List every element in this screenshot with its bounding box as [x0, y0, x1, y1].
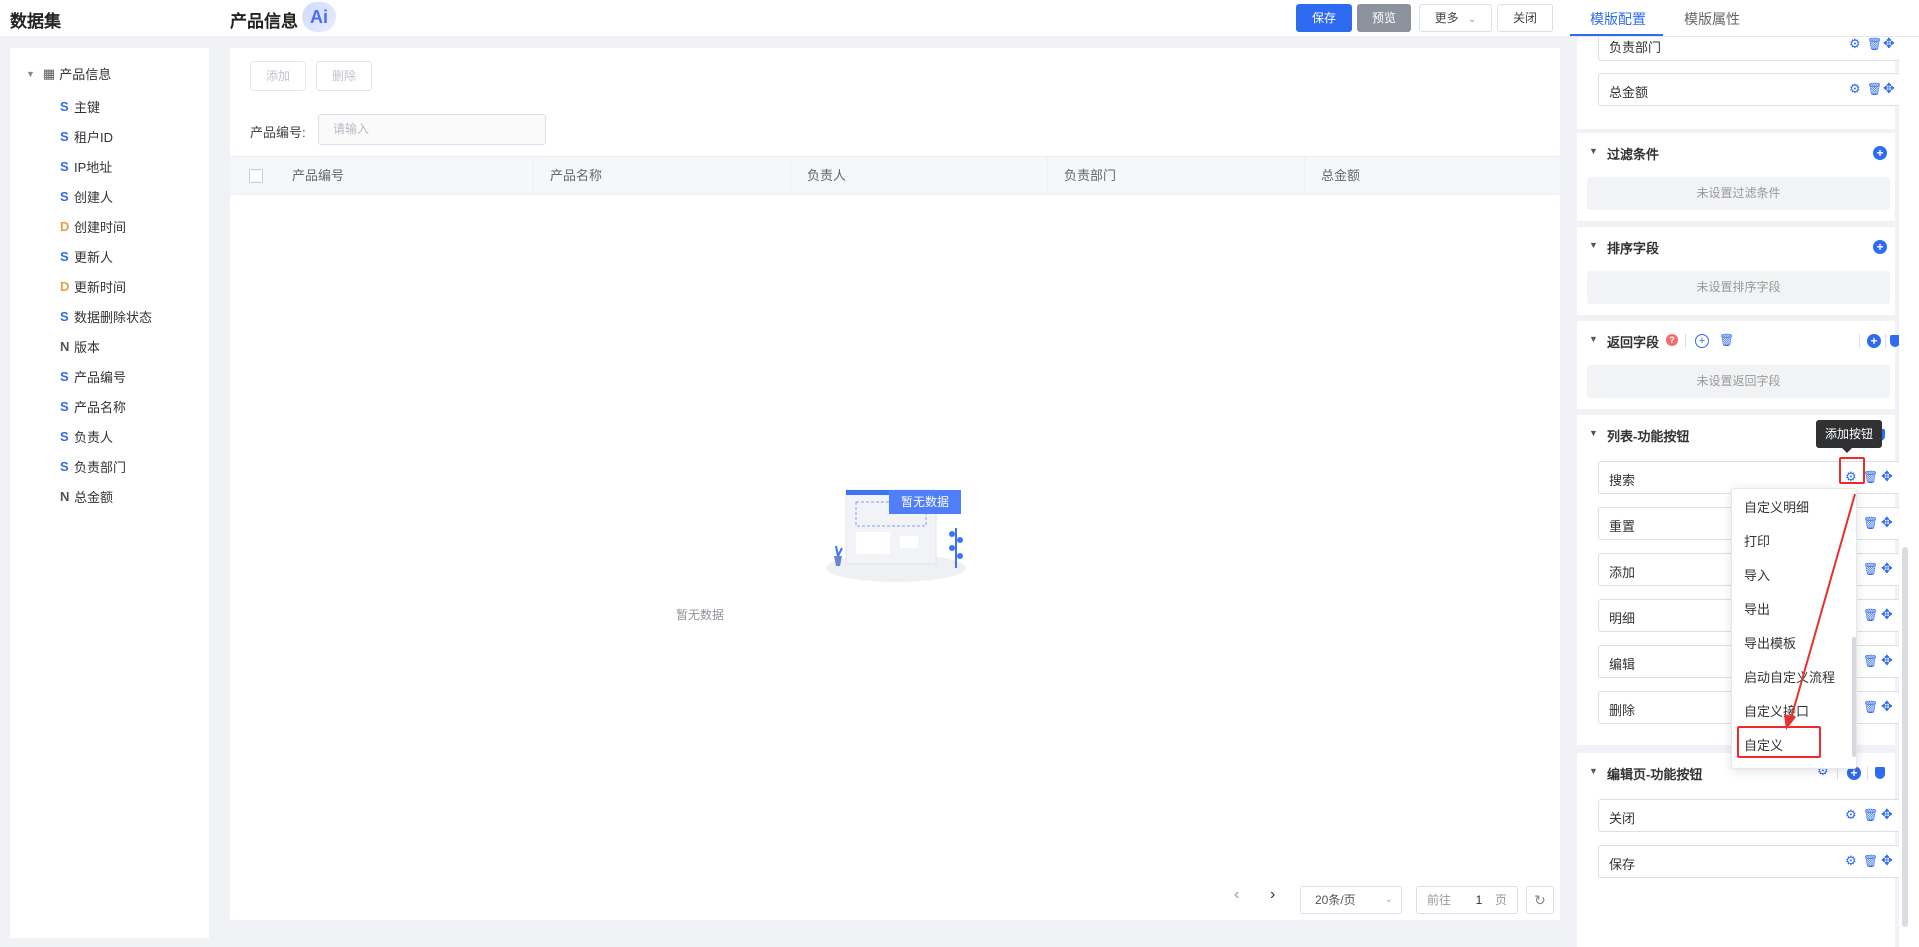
annotation-arrow — [1784, 493, 1856, 730]
